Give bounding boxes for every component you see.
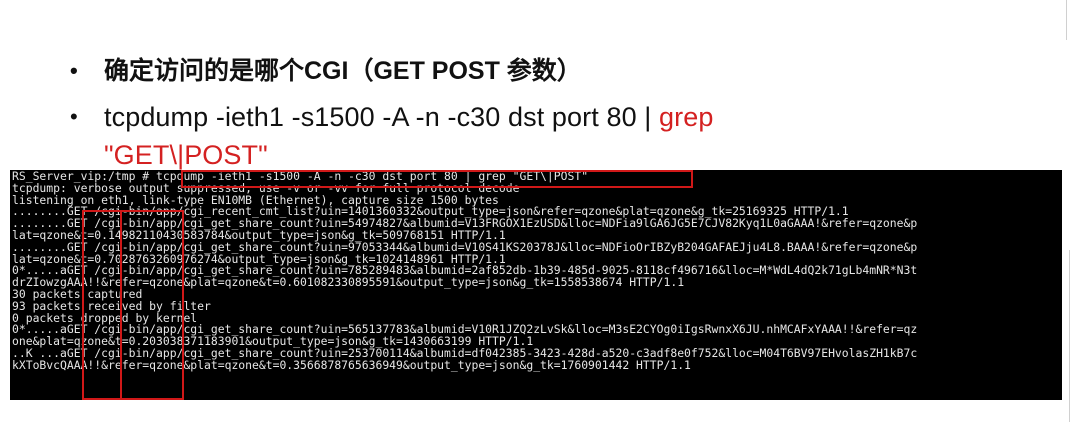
bullet-text-command: tcpdump -ieth1 -s1500 -A -n -c30 dst por… — [104, 102, 659, 132]
slide: • 确定访问的是哪个CGI（GET POST 参数） • tcpdump -ie… — [0, 0, 1075, 422]
terminal-line: drZIowzgAAA!!&refer=qzone&plat=qzone&t=0… — [12, 275, 685, 290]
edge-rule-top — [1066, 0, 1067, 40]
bullet-text-cgi: 确定访问的是哪个CGI（GET POST 参数） — [104, 57, 582, 85]
bullet-dot-icon: • — [70, 58, 78, 83]
bullet-dot-icon: • — [70, 104, 78, 129]
terminal-line: kXToBvcQAAA!!&refer=qzone&plat=qzone&t=0… — [12, 357, 691, 372]
bullet-text-grep: grep — [659, 102, 714, 132]
edge-rule-bottom — [1069, 250, 1070, 422]
terminal-screenshot: RS_Server_vip:/tmp # tcpdump -ieth1 -s15… — [10, 170, 1062, 400]
bullet-item-tcpdump: • tcpdump -ieth1 -s1500 -A -n -c30 dst p… — [70, 98, 1050, 174]
bullet-list: • 确定访问的是哪个CGI（GET POST 参数） • tcpdump -ie… — [70, 52, 1050, 174]
bullet-text-grep-pattern: "GET\|POST" — [104, 140, 268, 170]
terminal-output: RS_Server_vip:/tmp # tcpdump -ieth1 -s15… — [12, 170, 917, 372]
bullet-item-cgi: • 确定访问的是哪个CGI（GET POST 参数） — [70, 52, 1050, 92]
